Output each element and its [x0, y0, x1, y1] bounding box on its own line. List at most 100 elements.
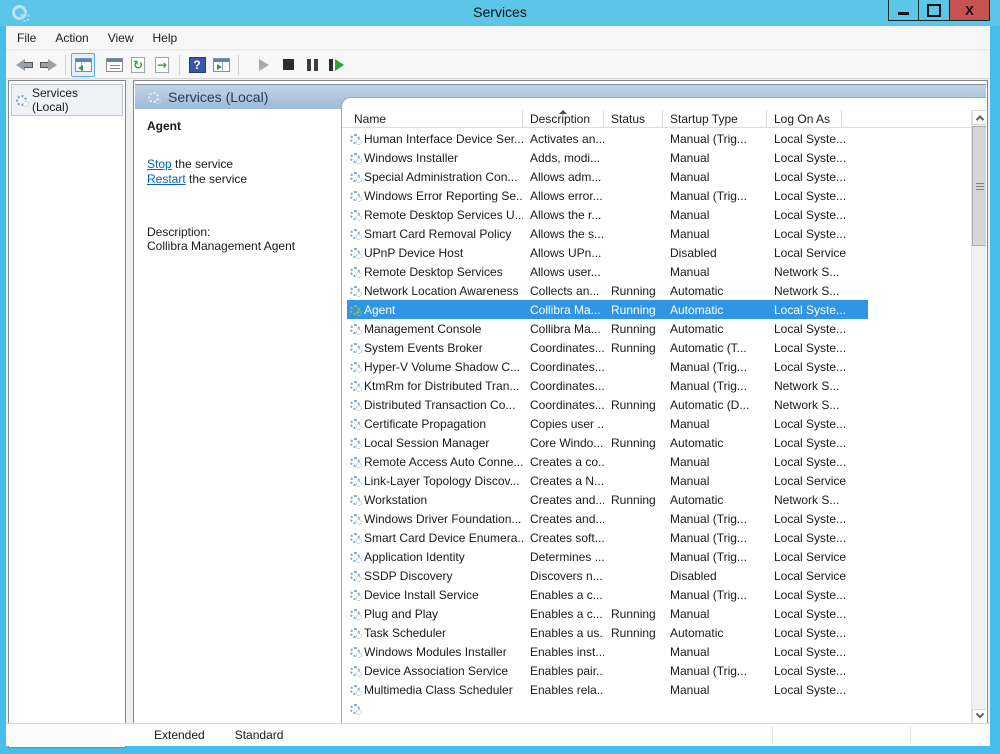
table-row[interactable]: Multimedia Class SchedulerEnables rela..…: [347, 680, 868, 699]
table-row[interactable]: WorkstationCreates and...RunningAutomati…: [347, 490, 868, 509]
service-gear-icon: [350, 666, 360, 676]
menu-view[interactable]: View: [108, 31, 134, 45]
scroll-up-button[interactable]: [972, 110, 986, 125]
table-row[interactable]: Network Location AwarenessCollects an...…: [347, 281, 868, 300]
table-row-clipped[interactable]: [347, 699, 868, 718]
tree-item-label: Services (Local): [32, 86, 118, 114]
table-row[interactable]: Smart Card Device Enumera...Creates soft…: [347, 528, 868, 547]
menu-action[interactable]: Action: [55, 31, 88, 45]
back-button[interactable]: [12, 53, 36, 77]
cell-name: Application Identity: [364, 550, 523, 564]
table-row[interactable]: AgentCollibra Ma...RunningAutomaticLocal…: [347, 300, 868, 319]
table-row[interactable]: Device Install ServiceEnables a c...Manu…: [347, 585, 868, 604]
maximize-button[interactable]: [919, 0, 950, 21]
table-row[interactable]: Smart Card Removal PolicyAllows the s...…: [347, 224, 868, 243]
table-row[interactable]: Local Session ManagerCore Windo...Runnin…: [347, 433, 868, 452]
cell-logon: Local Syste...: [767, 512, 868, 526]
cell-name: Human Interface Device Ser...: [364, 132, 523, 146]
cell-status: Running: [604, 607, 663, 621]
cell-desc: Coordinates...: [523, 360, 604, 374]
cell-logon: Network S...: [767, 379, 868, 393]
help-button[interactable]: ?: [185, 53, 209, 77]
forward-button[interactable]: [36, 53, 60, 77]
cell-name: SSDP Discovery: [364, 569, 523, 583]
services-gear-icon: [148, 92, 159, 103]
table-row[interactable]: Device Association ServiceEnables pair..…: [347, 661, 868, 680]
menu-file[interactable]: File: [17, 31, 36, 45]
cell-name: Local Session Manager: [364, 436, 523, 450]
refresh-button[interactable]: ↻: [126, 53, 150, 77]
service-gear-icon: [350, 362, 360, 372]
table-row[interactable]: Task SchedulerEnables a us...RunningAuto…: [347, 623, 868, 642]
service-gear-icon: [350, 495, 360, 505]
cell-logon: Local Syste...: [767, 455, 868, 469]
start-service-button[interactable]: [252, 53, 276, 77]
table-row[interactable]: System Events BrokerCoordinates...Runnin…: [347, 338, 868, 357]
properties-button[interactable]: [102, 53, 126, 77]
minimize-button[interactable]: [888, 0, 919, 21]
column-header-description[interactable]: Description: [523, 110, 604, 127]
tree-item-services-local[interactable]: Services (Local): [11, 84, 123, 116]
scrollbar-thumb[interactable]: [972, 126, 986, 246]
stop-service-link[interactable]: Stop: [147, 157, 172, 171]
pause-service-button[interactable]: [300, 53, 324, 77]
menu-help[interactable]: Help: [153, 31, 178, 45]
column-header-status[interactable]: Status: [604, 110, 663, 127]
cell-name: Device Install Service: [364, 588, 523, 602]
restart-service-link[interactable]: Restart: [147, 172, 186, 186]
cell-name: Special Administration Con...: [364, 170, 523, 184]
scroll-down-button[interactable]: [972, 709, 986, 724]
column-header-name[interactable]: Name: [347, 110, 523, 127]
cell-logon: Local Syste...: [767, 360, 868, 374]
table-row[interactable]: Windows Error Reporting Se...Allows erro…: [347, 186, 868, 205]
pause-service-icon: [307, 59, 318, 71]
table-row[interactable]: Distributed Transaction Co...Coordinates…: [347, 395, 868, 414]
table-row[interactable]: Remote Desktop Services U...Allows the r…: [347, 205, 868, 224]
status-bar-separator: [910, 726, 911, 744]
cell-name: Smart Card Removal Policy: [364, 227, 523, 241]
table-row[interactable]: Certificate PropagationCopies user ...Ma…: [347, 414, 868, 433]
cell-startup: Manual: [663, 417, 767, 431]
table-row[interactable]: Windows Modules InstallerEnables inst...…: [347, 642, 868, 661]
table-row[interactable]: Special Administration Con...Allows adm.…: [347, 167, 868, 186]
service-gear-icon: [350, 153, 360, 163]
export-list-button[interactable]: →: [150, 53, 174, 77]
table-row[interactable]: Remote Desktop ServicesAllows user...Man…: [347, 262, 868, 281]
help-icon: ?: [189, 57, 206, 73]
show-console-tree-button[interactable]: [71, 53, 95, 77]
column-header-startup-type[interactable]: Startup Type: [663, 110, 767, 127]
cell-logon: Network S...: [767, 284, 868, 298]
cell-desc: Core Windo...: [523, 436, 604, 450]
table-row[interactable]: KtmRm for Distributed Tran...Coordinates…: [347, 376, 868, 395]
cell-desc: Enables inst...: [523, 645, 604, 659]
table-row[interactable]: UPnP Device HostAllows UPn...DisabledLoc…: [347, 243, 868, 262]
cell-startup: Manual (Trig...: [663, 512, 767, 526]
table-row[interactable]: Remote Access Auto Conne...Creates a co.…: [347, 452, 868, 471]
vertical-scrollbar[interactable]: [971, 110, 986, 724]
table-row[interactable]: Application IdentityDetermines ...Manual…: [347, 547, 868, 566]
service-gear-icon: [350, 324, 360, 334]
status-bar-separator: [772, 726, 773, 744]
stop-service-button[interactable]: [276, 53, 300, 77]
table-row[interactable]: Link-Layer Topology Discov...Creates a N…: [347, 471, 868, 490]
table-row[interactable]: Windows InstallerAdds, modi...ManualLoca…: [347, 148, 868, 167]
properties-icon: [106, 58, 123, 72]
cell-desc: Allows the r...: [523, 208, 604, 222]
table-row[interactable]: Management ConsoleCollibra Ma...RunningA…: [347, 319, 868, 338]
show-action-pane-button[interactable]: [209, 53, 233, 77]
close-button[interactable]: X: [950, 0, 990, 21]
table-row[interactable]: Windows Driver Foundation...Creates and.…: [347, 509, 868, 528]
column-header-log-on-as[interactable]: Log On As: [767, 110, 842, 127]
cell-startup: Automatic: [663, 322, 767, 336]
table-row[interactable]: Hyper-V Volume Shadow C...Coordinates...…: [347, 357, 868, 376]
table-row[interactable]: Plug and PlayEnables a c...RunningManual…: [347, 604, 868, 623]
table-row[interactable]: Human Interface Device Ser...Activates a…: [347, 129, 868, 148]
cell-startup: Automatic: [663, 436, 767, 450]
table-row[interactable]: SSDP DiscoveryDiscovers n...DisabledLoca…: [347, 566, 868, 585]
cell-startup: Automatic (D...: [663, 398, 767, 412]
cell-status: Running: [604, 493, 663, 507]
restart-service-button[interactable]: [324, 53, 348, 77]
cell-logon: Local Syste...: [767, 322, 868, 336]
cell-desc: Allows the s...: [523, 227, 604, 241]
cell-logon: Local Syste...: [767, 683, 868, 697]
